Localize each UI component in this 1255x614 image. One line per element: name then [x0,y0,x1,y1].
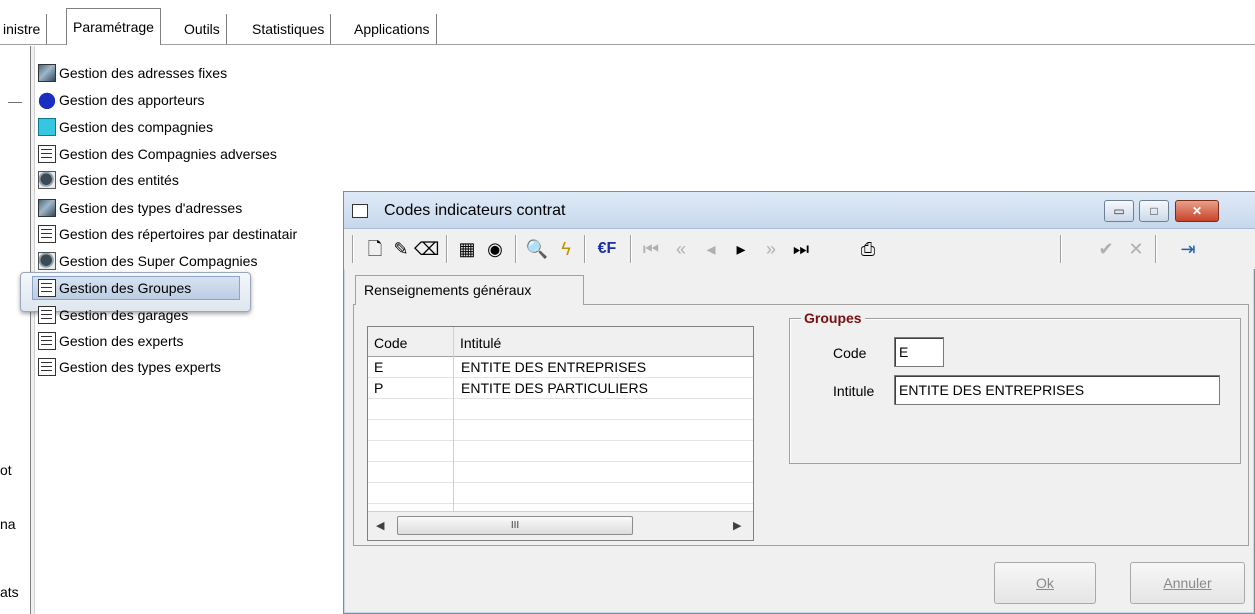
tree-item-garages[interactable]: Gestion des garages [38,303,188,327]
list-icon [38,145,56,163]
window-icon [352,204,368,218]
flash-icon[interactable]: ϟ [556,236,576,262]
list-icon [38,225,56,243]
table-row-empty [368,420,753,441]
list-icon [38,332,56,350]
tab-statistiques[interactable]: Statistiques [245,14,332,44]
maximize-button[interactable]: □ [1139,200,1169,222]
tree-item-types-adresses[interactable]: Gestion des types d'adresses [38,196,242,220]
exit-icon[interactable]: ⇥ [1176,236,1200,262]
close-button[interactable]: ✕ [1175,200,1219,222]
column-header-code[interactable]: Code [368,327,454,357]
column-header-intitule[interactable]: Intitulé [454,327,753,357]
ok-button[interactable]: Ok [994,562,1096,604]
dialog-title: Codes indicateurs contrat [384,202,566,219]
tab-renseignements-generaux[interactable]: Renseignements généraux [355,275,584,305]
divider [8,102,22,103]
table-row[interactable]: P ENTITE DES PARTICULIERS [368,378,753,399]
people-icon [38,91,56,109]
cancel-icon[interactable]: ✕ [1125,236,1147,262]
minimize-button[interactable]: ▭ [1104,200,1134,222]
first-record-icon[interactable]: ⏮ [640,236,662,262]
erase-icon[interactable]: ⌫ [414,236,439,262]
groups-table[interactable]: Code Intitulé E ENTITE DES ENTREPRISES P… [367,326,754,541]
address-book-icon [38,199,56,217]
scroll-right-icon[interactable]: ▶ [733,519,741,532]
previous-icon[interactable]: ◂ [700,236,722,262]
list-icon [38,358,56,376]
tab-sinistre[interactable]: inistre [0,14,48,44]
tree-item-super-compagnies[interactable]: Gestion des Super Compagnies [38,249,257,273]
truncated-label: na [0,516,16,532]
tree-item-groupes[interactable]: Gestion des Groupes [38,276,191,300]
new-icon[interactable]: 🗋 [364,236,386,262]
tree-item-experts[interactable]: Gestion des experts [38,329,184,353]
tab-outils[interactable]: Outils [177,14,227,44]
truncated-label: ot [0,462,12,478]
tree-item-types-experts[interactable]: Gestion des types experts [38,355,221,379]
table-row-empty [368,483,753,504]
table-row[interactable]: E ENTITE DES ENTREPRISES [368,357,753,378]
tree-item-repertoires[interactable]: Gestion des répertoires par destinatair [38,222,297,246]
intitule-label: Intitule [833,383,875,399]
edit-icon[interactable]: ✎ [390,236,412,262]
tree-item-compagnies[interactable]: Gestion des compagnies [38,115,213,139]
cell-code: P [374,380,384,396]
address-book-icon [38,64,56,82]
tree-item-entites[interactable]: Gestion des entités [38,168,179,192]
next-icon[interactable]: ▸ [730,236,752,262]
entity-icon [38,171,56,189]
tree-item-compagnies-adverses[interactable]: Gestion des Compagnies adverses [38,142,277,166]
grid-icon[interactable]: ▦ [455,236,479,262]
code-label: Code [833,345,867,361]
table-row-empty [368,399,753,420]
horizontal-scrollbar[interactable]: ◀ III ▶ [368,511,753,540]
last-record-icon[interactable]: ⏭ [790,236,812,262]
camera-icon[interactable]: ◉ [483,236,507,262]
table-row-empty [368,462,753,483]
search-icon[interactable]: 🔍 [524,236,550,262]
table-row-empty [368,441,753,462]
validate-icon[interactable]: ✔ [1095,236,1117,262]
next-fast-icon[interactable]: » [760,236,782,262]
tree-item-adresses-fixes[interactable]: Gestion des adresses fixes [38,61,227,85]
entity-icon [38,252,56,270]
scroll-thumb[interactable]: III [397,516,633,535]
truncated-label: ats [0,584,19,600]
intitule-field[interactable]: ENTITE DES ENTREPRISES [894,375,1220,405]
cell-intitule: ENTITE DES ENTREPRISES [461,359,647,375]
tab-applications[interactable]: Applications [347,14,437,44]
cell-intitule: ENTITE DES PARTICULIERS [461,380,648,396]
euro-icon[interactable]: €F [592,236,622,262]
groupbox-title: Groupes [801,308,865,328]
list-icon [38,279,56,297]
list-icon [38,306,56,324]
company-icon [38,118,56,136]
previous-fast-icon[interactable]: « [670,236,692,262]
tab-parametrage[interactable]: Paramétrage [66,8,161,45]
panel-splitter[interactable] [30,46,35,614]
annuler-button[interactable]: Annuler [1130,562,1245,604]
scroll-left-icon[interactable]: ◀ [376,519,384,532]
tree-item-apporteurs[interactable]: Gestion des apporteurs [38,88,205,112]
print-icon[interactable]: ⎙ [855,236,881,262]
cell-code: E [374,359,384,375]
code-field[interactable]: E [894,337,944,367]
